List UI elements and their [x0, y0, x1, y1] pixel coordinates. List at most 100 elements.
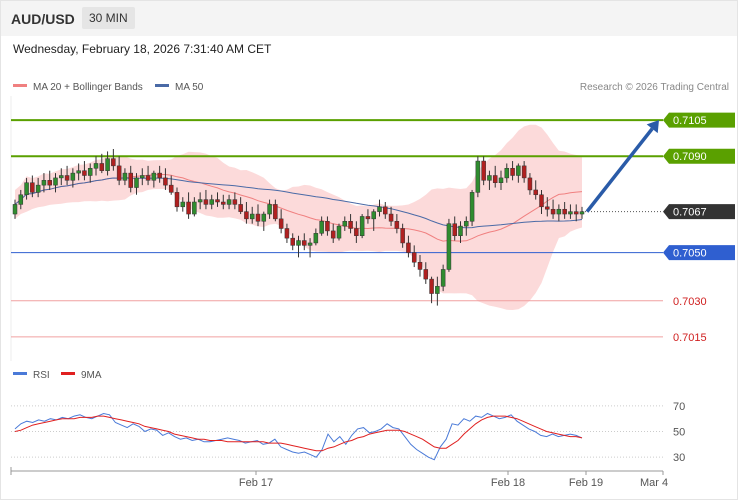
candle-body: [539, 194, 544, 208]
price-chart: 0.7105 0.7090 0.7067 0.7050 0.7030 0.7015 MA …: [10, 82, 735, 489]
candle-body: [76, 170, 81, 174]
time-axis-label: Feb 17: [239, 477, 273, 489]
forecast-arrow-shaft: [585, 127, 654, 213]
candle-body: [330, 230, 336, 239]
level-label: 0.7015: [673, 332, 707, 344]
candle-body: [267, 204, 272, 215]
watermark: Research © 2026 Trading Central: [580, 82, 729, 93]
candle-body: [59, 175, 64, 179]
candle-body: [35, 184, 41, 193]
rsi-tick-label: 30: [673, 452, 685, 464]
candle-body: [336, 225, 342, 239]
candle-body: [64, 175, 70, 181]
candle-body: [440, 269, 446, 287]
candle-body: [221, 201, 226, 205]
candle-body: [128, 172, 133, 188]
candle-body: [296, 240, 301, 246]
candle-body: [180, 201, 186, 208]
candle-body: [417, 261, 423, 270]
candle-body: [261, 213, 267, 222]
candle-body: [400, 228, 405, 244]
candle-body: [255, 213, 261, 222]
rsi-legend-label: RSI: [33, 370, 50, 381]
candle-body: [278, 218, 284, 229]
candle-body: [394, 221, 400, 229]
rsi-line: [14, 412, 583, 461]
candle-body: [47, 180, 52, 186]
rsi-legend-label: 9MA: [81, 370, 102, 381]
candle-body: [504, 168, 510, 179]
candle-body: [383, 206, 388, 215]
candle-body: [111, 158, 116, 167]
level-label: 0.7105: [673, 115, 707, 127]
candle-body: [87, 168, 93, 176]
candle-body: [365, 216, 371, 220]
time-axis: Feb 17 Feb 18 Feb 19 Mar 4: [10, 467, 668, 489]
candle-body: [359, 216, 365, 236]
candle-body: [458, 225, 463, 236]
candle-body: [516, 165, 521, 176]
level-label: 0.7090: [673, 151, 707, 163]
forecast-arrow: [585, 120, 659, 213]
candle-body: [249, 213, 255, 220]
candle-body: [192, 201, 197, 215]
candle-body: [452, 223, 457, 236]
candle-body: [30, 182, 35, 193]
candle-body: [556, 208, 562, 215]
candle-body: [140, 175, 145, 179]
rsi-tick-label: 50: [673, 427, 685, 439]
candle-body: [151, 172, 157, 181]
candle-body: [579, 211, 585, 215]
candle-body: [348, 221, 353, 229]
candle-body: [244, 211, 249, 220]
candle-body: [573, 211, 579, 215]
legend-label: MA 50: [175, 82, 204, 93]
candle-body: [527, 177, 533, 191]
candle-body: [469, 192, 475, 222]
candle-body: [226, 199, 232, 205]
candle-body: [562, 208, 567, 215]
candle-body: [475, 160, 481, 193]
candle-body: [238, 204, 243, 212]
rsi-legend-swatch: [13, 372, 27, 375]
level-label: 0.7050: [673, 248, 707, 260]
legend-label: MA 20 + Bollinger Bands: [33, 82, 143, 93]
legend-swatch: [155, 84, 169, 87]
candle-body: [302, 240, 307, 246]
candle-body: [464, 221, 469, 227]
candle-body: [18, 194, 24, 205]
candle-body: [168, 184, 174, 193]
candle-body: [313, 233, 319, 244]
candle-body: [411, 252, 417, 263]
candle-body: [510, 168, 515, 176]
candle-body: [498, 177, 504, 183]
candle-body: [388, 213, 394, 222]
candle-body: [545, 206, 550, 210]
candle-body: [521, 165, 527, 179]
rsi-tick-label: 70: [673, 401, 685, 413]
candle-body: [487, 175, 492, 181]
candle-body: [284, 228, 290, 239]
candle-body: [290, 237, 295, 246]
candle-body: [550, 208, 556, 215]
candle-body: [203, 199, 209, 205]
time-axis-label: Feb 19: [569, 477, 603, 489]
bollinger-bands: [14, 124, 583, 310]
candle-body: [406, 242, 411, 253]
candle-body: [319, 221, 324, 234]
main-legend: MA 20 + Bollinger Bands MA 50 Research © 2…: [13, 82, 729, 93]
bollinger-band-area: [15, 124, 582, 310]
candle-body: [24, 182, 29, 196]
candle-body: [307, 242, 313, 246]
candle-body: [116, 165, 122, 181]
candle-body: [481, 160, 486, 181]
candle-body: [122, 172, 128, 181]
legend-swatch: [13, 84, 27, 87]
candle-body: [342, 221, 348, 227]
candle-body: [232, 199, 238, 205]
candle-body: [423, 269, 429, 280]
candle-body: [12, 204, 18, 215]
candle-body: [371, 211, 376, 220]
candle-body: [70, 172, 76, 181]
candle-body: [93, 163, 99, 169]
